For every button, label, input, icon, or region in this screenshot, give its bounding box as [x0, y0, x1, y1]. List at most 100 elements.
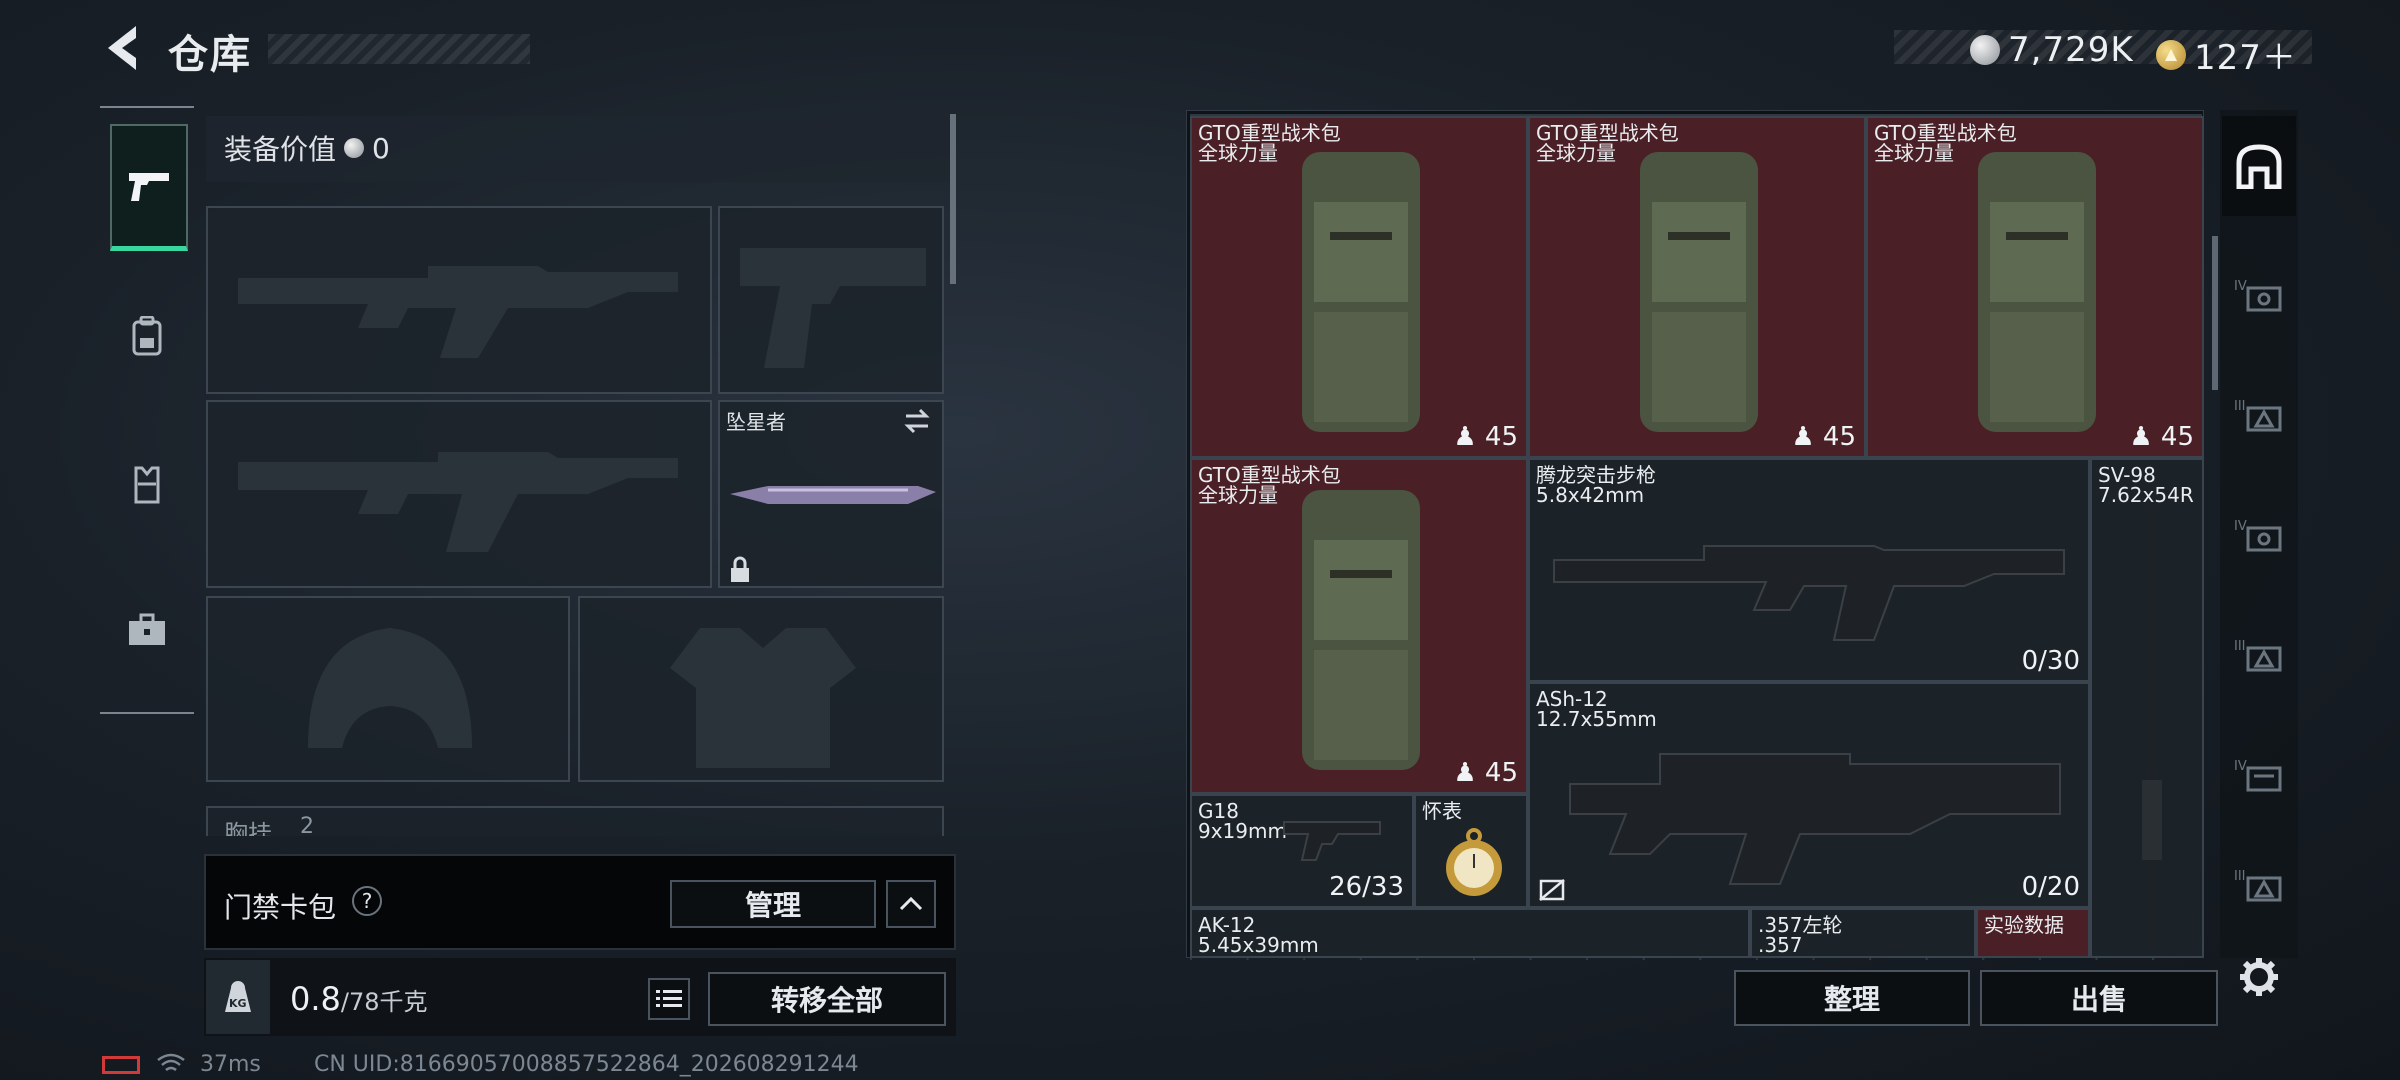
settings-button[interactable]: [2236, 954, 2282, 1000]
collapse-button[interactable]: [886, 880, 936, 928]
toolbox-icon: [129, 613, 165, 645]
item-ammo: 0/20: [2021, 872, 2080, 902]
backpack-image-icon: [1302, 152, 1420, 432]
svg-text:III: III: [2234, 399, 2246, 414]
rifle-silhouette-icon: [238, 452, 678, 552]
container-iv-icon: IV: [2234, 519, 2282, 552]
storage-item-backpack[interactable]: GTO重型战术包 全球力量 ♟ 45: [1190, 116, 1528, 458]
ping-text: 37ms: [200, 1052, 261, 1077]
storage-tab-3[interactable]: III: [2222, 366, 2296, 466]
storage-tab-3b[interactable]: III: [2222, 606, 2296, 706]
storage-tab-4b[interactable]: IV: [2222, 486, 2296, 586]
backpack-icon: [132, 316, 162, 356]
container-iv-icon: IV: [2234, 759, 2282, 792]
secondary-weapon-slot[interactable]: [206, 400, 712, 588]
armor-silhouette-icon: [670, 628, 856, 768]
chest-rig-label: 胸挂: [224, 820, 272, 836]
chest-rig-count: 2: [300, 814, 314, 836]
uid-text: CN UID:8166905700885752​2864_20260829124…: [314, 1052, 859, 1077]
list-icon: [656, 990, 682, 1007]
weight-icon-box: KG: [206, 960, 270, 1034]
storage-item-experiment-data[interactable]: 实验数据: [1976, 908, 2090, 958]
keycard-label: 门禁卡包: [224, 891, 337, 924]
storage-item-battle-rifle[interactable]: ASh-12 12.7x55mm 0/20: [1528, 682, 2090, 908]
container-iii-icon: III: [2234, 639, 2282, 672]
back-button[interactable]: [100, 22, 144, 74]
storage-scrollbar[interactable]: [2212, 236, 2218, 390]
melee-name: 坠星者: [726, 410, 786, 434]
keycard-help-button[interactable]: ?: [352, 886, 382, 916]
storage-tab-home[interactable]: [2222, 116, 2296, 216]
gold-amount: 127＋: [2194, 38, 2297, 78]
pistol-silhouette-icon: [740, 248, 926, 368]
item-value: ♟ 45: [1453, 758, 1518, 788]
gold-coin-icon: [2156, 39, 2186, 70]
storage-tab-3c[interactable]: III: [2222, 846, 2296, 926]
armor-slot[interactable]: [578, 596, 944, 782]
storage-item-sniper-rifle[interactable]: SV-98 7.62x54R: [2090, 458, 2204, 958]
container-iii-icon: III: [2234, 399, 2282, 432]
storage-item-ak12[interactable]: AK-12 5.45x39mm: [1190, 908, 1750, 958]
tab-backpack[interactable]: [110, 276, 184, 396]
warehouse-icon: [2236, 144, 2282, 189]
silver-currency[interactable]: 7,729K: [1970, 30, 2134, 70]
equipment-value-label: 装备价值: [224, 133, 337, 166]
kg-weight-icon: KG: [221, 980, 255, 1014]
wifi-icon: [157, 1053, 185, 1072]
melee-slot[interactable]: 坠星者: [718, 400, 944, 588]
silver-coin-icon: [1970, 35, 2000, 65]
list-view-button[interactable]: [648, 978, 690, 1020]
item-value: ♟ 45: [1453, 422, 1518, 452]
storage-item-assault-rifle[interactable]: 腾龙突击步枪 5.8x42mm 0/30: [1528, 458, 2090, 682]
storage-item-pocket-watch[interactable]: 怀表: [1414, 794, 1528, 908]
container-iv-icon: IV: [2234, 279, 2282, 312]
item-value: ♟ 45: [1791, 422, 1856, 452]
item-value: ♟ 45: [2129, 422, 2194, 452]
battle-rifle-image-icon: [1569, 753, 2061, 885]
item-ammo: 26/33: [1329, 872, 1404, 902]
weight-max: /78千克: [340, 988, 428, 1016]
gold-currency[interactable]: 127＋: [2156, 30, 2297, 79]
manage-button[interactable]: 管理: [670, 880, 876, 928]
backpack-image-icon: [1302, 490, 1420, 770]
pistol-slot[interactable]: [718, 206, 944, 394]
storage-item-backpack[interactable]: GTO重型战术包 全球力量 ♟ 45: [1866, 116, 2204, 458]
equipment-value: 0: [372, 131, 390, 165]
tab-weapons[interactable]: [110, 124, 188, 251]
chest-rig-slot[interactable]: 胸挂 2: [206, 806, 944, 836]
svg-text:IV: IV: [2234, 279, 2247, 294]
storage-item-backpack[interactable]: GTO重型战术包 全球力量 ♟ 45: [1528, 116, 1866, 458]
primary-weapon-slot[interactable]: [206, 206, 712, 394]
gear-icon: [2240, 958, 2278, 996]
helmet-slot[interactable]: [206, 596, 570, 782]
svg-text:III: III: [2234, 639, 2246, 654]
transfer-all-button[interactable]: 转移全部: [708, 972, 946, 1026]
svg-text:IV: IV: [2234, 519, 2247, 534]
swap-icon[interactable]: [902, 408, 932, 434]
container-iii-icon: III: [2234, 869, 2282, 902]
equipment-scrollbar[interactable]: [950, 114, 956, 284]
vest-icon: [134, 466, 160, 504]
knife-icon: [730, 486, 936, 504]
sell-button[interactable]: 出售: [1980, 970, 2218, 1026]
no-trade-icon: [1539, 879, 1565, 901]
organize-button[interactable]: 整理: [1734, 970, 1970, 1026]
title-decoration: [268, 34, 530, 64]
storage-item-pistol[interactable]: G18 9x19mm 26/33: [1190, 794, 1414, 908]
equipment-value-row: 装备价值 0: [224, 128, 390, 168]
svg-text:III: III: [2234, 869, 2246, 884]
tab-supplies[interactable]: [110, 570, 184, 690]
silver-coin-icon: [344, 138, 365, 158]
item-ammo: 0/30: [2021, 646, 2080, 676]
storage-item-revolver[interactable]: .357左轮 .357: [1750, 908, 1976, 958]
storage-item-backpack[interactable]: GTO重型战术包 全球力量 ♟ 45: [1190, 458, 1528, 794]
page-title: 仓库: [168, 32, 252, 78]
helmet-silhouette-icon: [308, 628, 472, 748]
storage-tab-4[interactable]: IV: [2222, 246, 2296, 346]
storage-tab-4c[interactable]: IV: [2222, 726, 2296, 826]
lock-icon: [731, 556, 749, 582]
backpack-image-icon: [1978, 152, 2096, 432]
backpack-image-icon: [1640, 152, 1758, 432]
tab-vest[interactable]: [110, 424, 184, 544]
rifle-image-icon: [1553, 545, 2065, 641]
